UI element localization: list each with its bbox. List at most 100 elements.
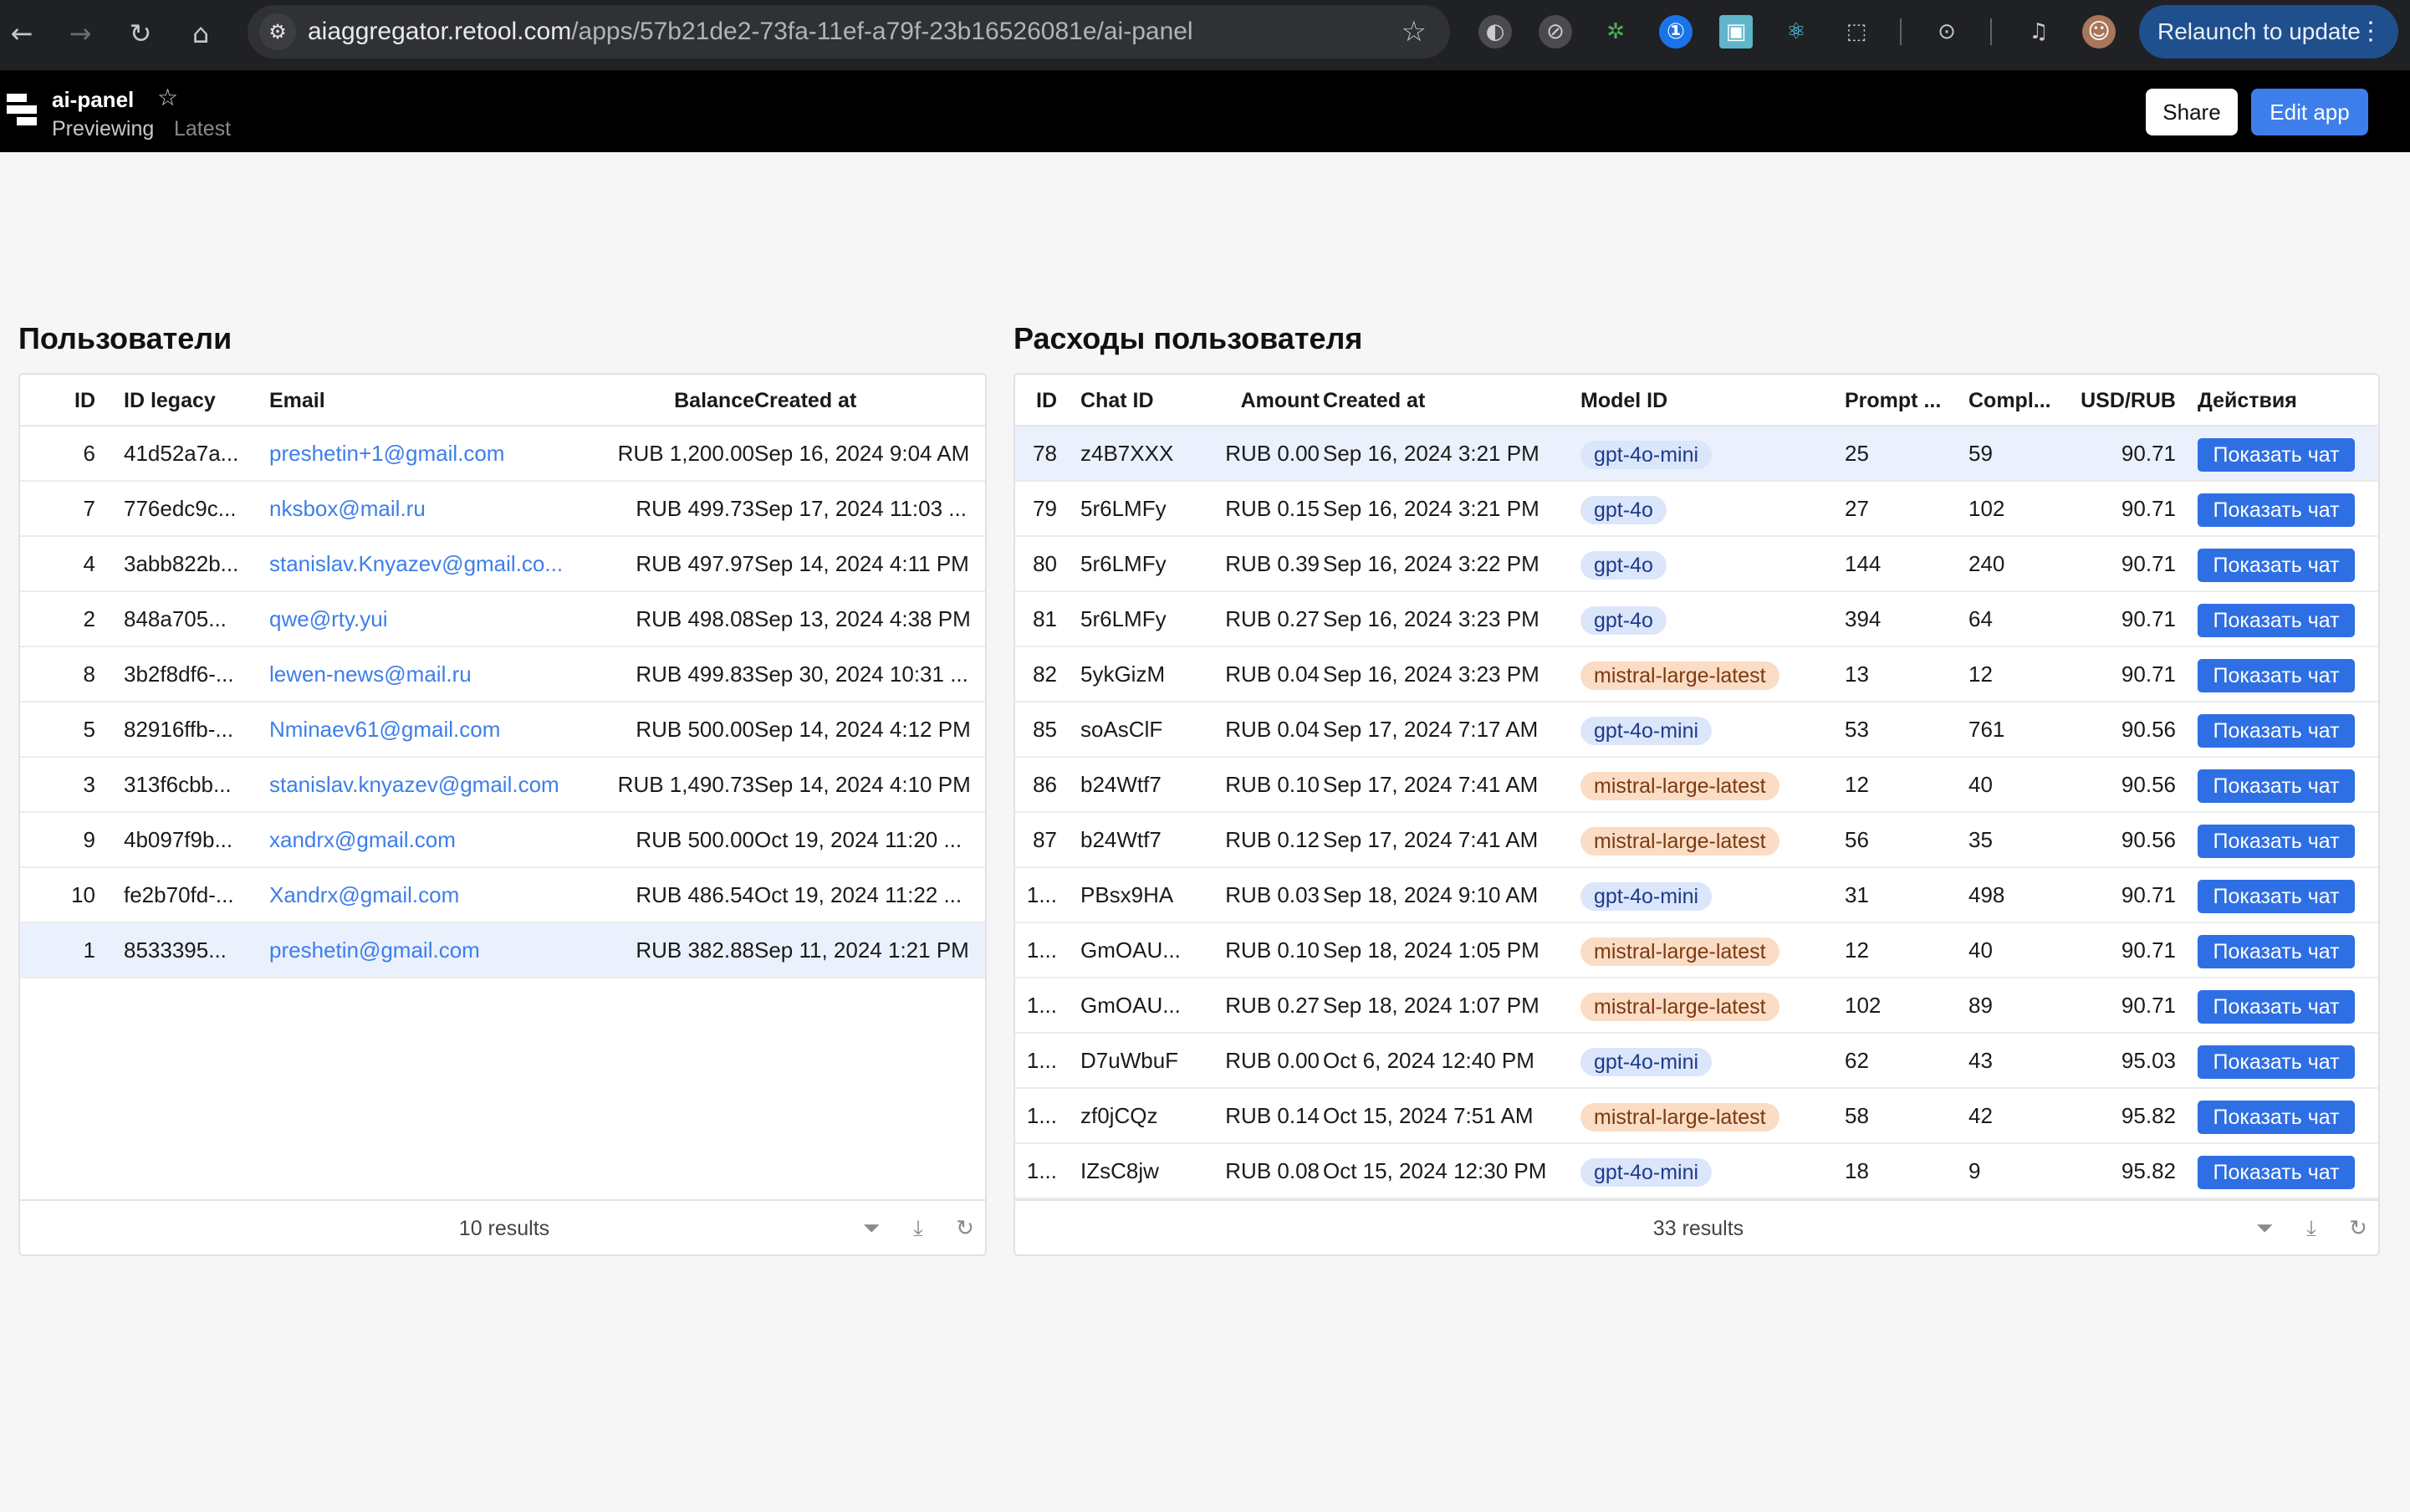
table-row[interactable]: 4 3abb822b... stanislav.Knyazev@gmail.co..… — [20, 537, 985, 592]
table-row[interactable]: 1... IZsC8jw RUB 0.08 Oct 15, 2024 12:30 PM… — [1015, 1144, 2378, 1199]
extension-icon[interactable]: ▣ — [1719, 15, 1753, 49]
table-row[interactable]: 80 5r6LMFy RUB 0.39 Sep 16, 2024 3:22 PM gpt… — [1015, 537, 2378, 592]
table-row[interactable]: 3 313f6cbb... stanislav.knyazev@gmail.com R… — [20, 758, 985, 813]
edit-app-button[interactable]: Edit app — [2251, 89, 2368, 135]
user-email[interactable]: stanislav.Knyazev@gmail.co... — [269, 537, 580, 590]
user-email[interactable]: stanislav.knyazev@gmail.com — [269, 758, 580, 811]
table-row[interactable]: 9 4b097f9b... xandrx@gmail.com RUB 500.00 Oc… — [20, 813, 985, 868]
user-email[interactable]: lewen-news@mail.ru — [269, 647, 580, 701]
user-email[interactable]: preshetin@gmail.com — [269, 923, 580, 977]
table-row[interactable]: 86 b24Wtf7 RUB 0.10 Sep 17, 2024 7:41 AM mis… — [1015, 758, 2378, 813]
site-info-icon[interactable]: ⚙ — [259, 13, 296, 50]
table-row[interactable]: 1... zf0jCQz RUB 0.14 Oct 15, 2024 7:51 AM m… — [1015, 1089, 2378, 1144]
password-manager-icon[interactable]: ① — [1659, 15, 1693, 49]
user-email[interactable]: preshetin+1@gmail.com — [269, 427, 580, 480]
refresh-icon[interactable]: ↻ — [2345, 1215, 2372, 1242]
version-selector[interactable]: Latest — [174, 117, 231, 141]
extensions-puzzle-icon[interactable]: ⬚ — [1840, 15, 1873, 49]
column-header-expense-created-at[interactable]: Created at — [1323, 375, 1574, 427]
show-chat-button[interactable]: Показать чат — [2198, 1156, 2355, 1190]
refresh-icon[interactable]: ↻ — [952, 1215, 978, 1242]
table-row[interactable]: 7 776edc9c... nksbox@mail.ru RUB 499.73 Sep … — [20, 482, 985, 537]
table-row[interactable]: 1 8533395... preshetin@gmail.com RUB 382.88… — [20, 923, 985, 978]
home-icon[interactable]: ⌂ — [184, 17, 217, 50]
usd-rub-rate: 90.71 — [2121, 993, 2176, 1018]
column-header-model-id[interactable]: Model ID — [1580, 375, 1831, 427]
column-header-expense-id[interactable]: ID — [1024, 375, 1057, 427]
column-header-user-id[interactable]: ID — [28, 375, 95, 427]
table-row[interactable]: 1... GmOAU... RUB 0.27 Sep 18, 2024 1:07 PM… — [1015, 978, 2378, 1034]
show-chat-button[interactable]: Показать чат — [2198, 438, 2355, 472]
column-header-user-created-at[interactable]: Created at — [754, 375, 973, 427]
extension-icon[interactable]: ✲ — [1599, 15, 1632, 49]
table-row[interactable]: 82 5ykGizM RUB 0.04 Sep 16, 2024 3:23 PM mis… — [1015, 647, 2378, 702]
expense-id: 1... — [1026, 1048, 1057, 1073]
extension-icon[interactable]: ◐ — [1478, 15, 1512, 49]
bookmark-star-icon[interactable]: ☆ — [1402, 15, 1427, 49]
filter-icon[interactable]: ⏷ — [858, 1215, 885, 1242]
user-email[interactable]: xandrx@gmail.com — [269, 813, 580, 866]
address-bar[interactable]: ⚙ aiaggregator.retool.com/apps/57b21de2-… — [248, 5, 1450, 59]
expense-id: 85 — [1033, 717, 1057, 742]
table-row[interactable]: 1... GmOAU... RUB 0.10 Sep 18, 2024 1:05 PM… — [1015, 923, 2378, 978]
filter-icon[interactable]: ⏷ — [2251, 1215, 2278, 1242]
table-row[interactable]: 6 41d52a7a... preshetin+1@gmail.com RUB 1,2… — [20, 427, 985, 482]
media-control-icon[interactable]: ♫ — [2022, 15, 2055, 49]
profile-avatar[interactable]: ☺ — [2082, 15, 2116, 49]
table-row[interactable]: 1... D7uWbuF RUB 0.00 Oct 6, 2024 12:40 PM g… — [1015, 1034, 2378, 1089]
show-chat-button[interactable]: Показать чат — [2198, 935, 2355, 969]
show-chat-button[interactable]: Показать чат — [2198, 549, 2355, 583]
user-email[interactable]: Nminaev61@gmail.com — [269, 702, 580, 756]
app-header: ai-panel ☆ Previewing Latest Share Edit … — [0, 70, 2410, 152]
show-chat-button[interactable]: Показать чат — [2198, 769, 2355, 804]
user-email[interactable]: Xandrx@gmail.com — [269, 868, 580, 922]
column-header-chat-id[interactable]: Chat ID — [1080, 375, 1181, 427]
column-header-user-balance[interactable]: Balance — [589, 375, 754, 427]
show-chat-button[interactable]: Показать чат — [2198, 659, 2355, 693]
table-row[interactable]: 87 b24Wtf7 RUB 0.12 Sep 17, 2024 7:41 AM mis… — [1015, 813, 2378, 868]
column-header-user-email[interactable]: Email — [269, 375, 580, 427]
column-header-actions[interactable]: Действия — [2198, 375, 2365, 427]
user-id: 7 — [83, 496, 95, 521]
table-row[interactable]: 78 z4B7XXX RUB 0.00 Sep 16, 2024 3:21 PM gpt… — [1015, 427, 2378, 482]
url-text[interactable]: aiaggregator.retool.com/apps/57b21de2-73… — [308, 5, 1193, 59]
user-email[interactable]: qwe@rty.yui — [269, 592, 580, 646]
actions: Показать чат — [2198, 702, 2365, 756]
table-row[interactable]: 81 5r6LMFy RUB 0.27 Sep 16, 2024 3:23 PM gpt… — [1015, 592, 2378, 647]
table-row[interactable]: 8 3b2f8df6-... lewen-news@mail.ru RUB 499.8… — [20, 647, 985, 702]
retool-logo-icon[interactable] — [7, 94, 37, 127]
more-menu-icon[interactable]: ⋮ — [2358, 5, 2383, 59]
show-chat-button[interactable]: Показать чат — [2198, 1045, 2355, 1080]
share-button[interactable]: Share — [2146, 89, 2238, 135]
table-row[interactable]: 1... PBsx9HA RUB 0.03 Sep 18, 2024 9:10 AM g… — [1015, 868, 2378, 923]
user-email[interactable]: nksbox@mail.ru — [269, 482, 580, 535]
reload-icon[interactable]: ↻ — [124, 17, 157, 50]
show-chat-button[interactable]: Показать чат — [2198, 990, 2355, 1024]
favorite-star-icon[interactable]: ☆ — [157, 84, 178, 111]
column-header-completion-tokens[interactable]: Compl... — [1968, 375, 2057, 427]
table-row[interactable]: 10 fe2b70fd-... Xandrx@gmail.com RUB 486.54… — [20, 868, 985, 923]
extension-icon[interactable]: ⊘ — [1539, 15, 1572, 49]
column-header-expense-amount[interactable]: Amount — [1191, 375, 1320, 427]
show-chat-button[interactable]: Показать чат — [2198, 880, 2355, 914]
show-chat-button[interactable]: Показать чат — [2198, 714, 2355, 748]
download-icon[interactable]: ⤓ — [2298, 1215, 2325, 1242]
column-header-usd-rub-rate[interactable]: USD/RUB — [2069, 375, 2176, 427]
column-header-prompt-tokens[interactable]: Prompt ... — [1845, 375, 1953, 427]
screenshot-icon[interactable]: ⊙ — [1930, 15, 1963, 49]
relaunch-button[interactable]: Relaunch to update ⋮ — [2139, 5, 2398, 59]
column-header-user-id-legacy[interactable]: ID legacy — [124, 375, 258, 427]
react-devtools-icon[interactable]: ⚛ — [1779, 15, 1813, 49]
table-row[interactable]: 85 soAsClF RUB 0.04 Sep 17, 2024 7:17 AM gpt… — [1015, 702, 2378, 758]
back-icon[interactable]: ← — [5, 17, 38, 50]
show-chat-button[interactable]: Показать чат — [2198, 604, 2355, 638]
show-chat-button[interactable]: Показать чат — [2198, 493, 2355, 528]
forward-icon[interactable]: → — [64, 17, 97, 50]
show-chat-button[interactable]: Показать чат — [2198, 825, 2355, 859]
show-chat-button[interactable]: Показать чат — [2198, 1101, 2355, 1135]
table-row[interactable]: 79 5r6LMFy RUB 0.15 Sep 16, 2024 3:21 PM gpt… — [1015, 482, 2378, 537]
table-row[interactable]: 5 82916ffb-... Nminaev61@gmail.com RUB 500.… — [20, 702, 985, 758]
user-id: 8 — [83, 662, 95, 687]
table-row[interactable]: 2 848a705... qwe@rty.yui RUB 498.08 Sep 13, … — [20, 592, 985, 647]
download-icon[interactable]: ⤓ — [905, 1215, 932, 1242]
